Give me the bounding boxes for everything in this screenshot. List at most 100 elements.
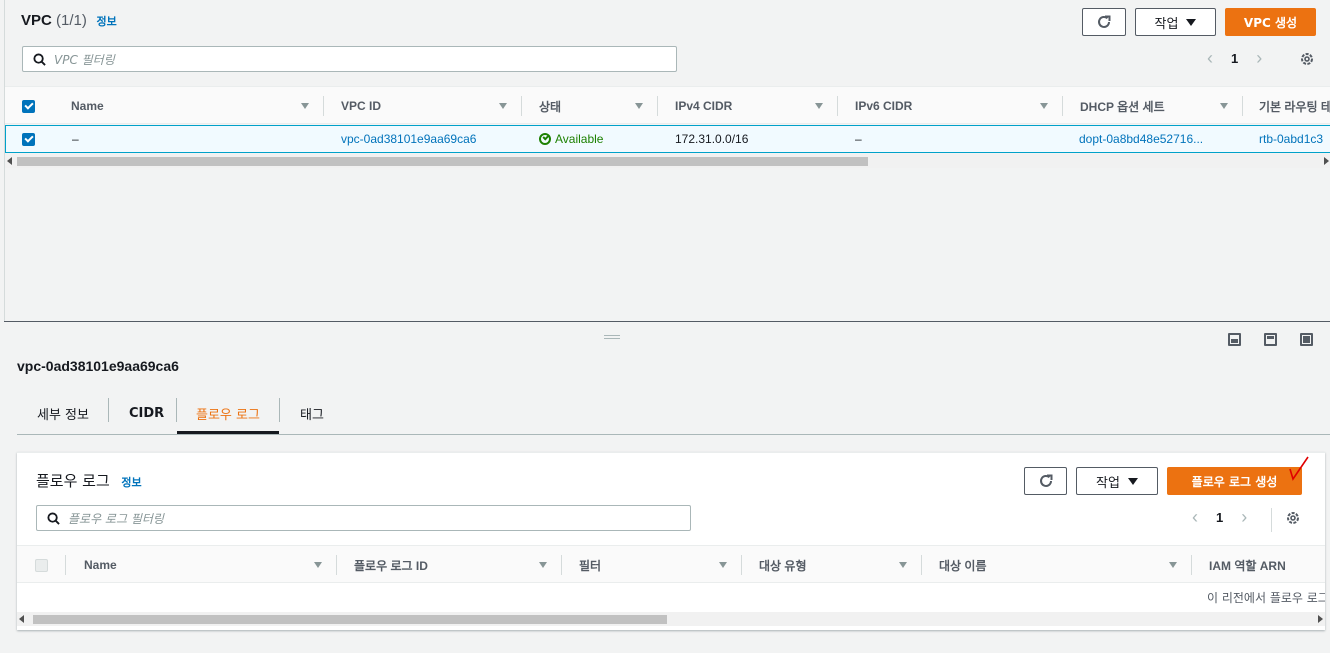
row-ipv6: – <box>855 132 862 146</box>
vpc-table-header: Name VPC ID 상태 IPv4 CIDR IPv6 CIDR DHCP … <box>5 86 1330 124</box>
flow-refresh-button[interactable] <box>1024 467 1067 495</box>
scroll-right-icon[interactable] <box>1318 615 1323 623</box>
sort-icon[interactable] <box>1220 103 1228 109</box>
refresh-icon <box>1039 474 1052 487</box>
col-ipv4[interactable]: IPv4 CIDR <box>675 87 837 125</box>
row-checkbox[interactable] <box>22 132 35 146</box>
select-all-checkbox[interactable] <box>35 558 48 572</box>
col-status[interactable]: 상태 <box>539 87 657 125</box>
vpc-refresh-button[interactable] <box>1082 8 1126 36</box>
sort-icon[interactable] <box>719 562 727 568</box>
sort-icon[interactable] <box>314 562 322 568</box>
flow-table-header: Name 플로우 로그 ID 필터 대상 유형 대상 이름 IAM 역할 ARN <box>17 545 1325 583</box>
sort-icon[interactable] <box>1040 103 1048 109</box>
tab-divider <box>176 398 177 422</box>
check-circle-icon <box>539 133 551 145</box>
selected-vpc-title: vpc-0ad38101e9aa69ca6 <box>17 358 179 374</box>
panel-splitter[interactable] <box>4 321 1330 322</box>
table-row[interactable]: – vpc-0ad38101e9aa69ca6 Available 172.31… <box>5 125 1330 153</box>
col-divider <box>336 555 337 575</box>
chevron-left-icon[interactable]: ‹ <box>1192 507 1198 528</box>
col-divider <box>1062 96 1063 116</box>
sort-icon[interactable] <box>499 103 507 109</box>
col-divider <box>657 96 658 116</box>
sort-icon[interactable] <box>635 103 643 109</box>
scrollbar-thumb[interactable] <box>33 615 667 624</box>
create-flow-log-button[interactable]: 플로우 로그 생성 <box>1167 467 1302 495</box>
layout-side-icon[interactable] <box>1264 333 1277 346</box>
tab-tags[interactable]: 태그 <box>300 392 324 434</box>
scroll-left-icon[interactable] <box>19 615 24 623</box>
scrollbar-thumb[interactable] <box>17 157 868 166</box>
flow-header: 플로우 로그 정보 <box>36 470 142 491</box>
col-iam-arn[interactable]: IAM 역할 ARN <box>1209 546 1325 584</box>
sort-icon[interactable] <box>1169 562 1177 568</box>
row-checkbox-cell[interactable] <box>22 126 35 152</box>
flow-settings-icon[interactable] <box>1285 510 1301 526</box>
vpc-table-container: VPC (1/1) 정보 작업 VPC 생성 VPC 필터링 ‹ 1 › Nam… <box>4 0 1330 322</box>
col-vpc-id[interactable]: VPC ID <box>341 87 521 125</box>
sort-icon[interactable] <box>539 562 547 568</box>
select-all-checkbox[interactable] <box>22 99 35 113</box>
col-flow-name[interactable]: Name <box>84 546 336 584</box>
layout-bottom-icon[interactable] <box>1228 333 1241 346</box>
col-dest-type[interactable]: 대상 유형 <box>759 546 921 584</box>
col-name[interactable]: Name <box>71 87 323 125</box>
col-dhcp-label: DHCP 옵션 세트 <box>1080 99 1165 114</box>
vpc-select-all-cell[interactable] <box>22 87 52 125</box>
col-filter[interactable]: 필터 <box>579 546 741 584</box>
tabs-divider <box>17 434 1330 435</box>
col-filter-label: 필터 <box>579 558 602 573</box>
col-dest-name[interactable]: 대상 이름 <box>939 546 1191 584</box>
layout-full-icon[interactable] <box>1300 333 1313 346</box>
row-vpc-id[interactable]: vpc-0ad38101e9aa69ca6 <box>341 126 476 152</box>
col-flow-id[interactable]: 플로우 로그 ID <box>354 546 561 584</box>
chevron-right-icon[interactable]: › <box>1256 48 1262 69</box>
col-divider <box>741 555 742 575</box>
flow-table-scrollbar[interactable] <box>17 612 1325 626</box>
col-divider <box>1242 96 1243 116</box>
col-flow-id-label: 플로우 로그 ID <box>354 558 428 573</box>
sort-icon[interactable] <box>301 103 309 109</box>
col-ipv6[interactable]: IPv6 CIDR <box>855 87 1062 125</box>
flow-search-input[interactable]: 플로우 로그 필터링 <box>36 505 691 531</box>
chevron-down-icon <box>1127 477 1138 485</box>
sort-icon[interactable] <box>899 562 907 568</box>
chevron-left-icon[interactable]: ‹ <box>1207 48 1213 69</box>
tab-cidr[interactable]: CIDR <box>129 392 164 434</box>
vpc-search-input[interactable]: VPC 필터링 <box>22 46 677 72</box>
row-status: Available <box>539 126 603 152</box>
flow-title: 플로우 로그 <box>36 472 110 490</box>
col-divider <box>921 555 922 575</box>
vpc-pagination: ‹ 1 › <box>1207 48 1262 69</box>
flow-search-placeholder: 플로우 로그 필터링 <box>68 511 164 526</box>
col-status-label: 상태 <box>539 99 562 114</box>
search-icon <box>33 52 46 66</box>
drag-handle-icon[interactable] <box>604 335 620 339</box>
vpc-actions-button[interactable]: 작업 <box>1135 8 1216 36</box>
row-route-table[interactable]: rtb-0abd1c3 <box>1259 126 1323 152</box>
row-status-label: Available <box>555 132 604 146</box>
flow-page-number[interactable]: 1 <box>1216 510 1223 525</box>
tab-details[interactable]: 세부 정보 <box>37 392 89 434</box>
vpc-info-link[interactable]: 정보 <box>96 16 116 28</box>
search-icon <box>47 511 60 525</box>
tab-flow-logs[interactable]: 플로우 로그 <box>196 392 260 434</box>
col-ipv6-label: IPv6 CIDR <box>855 99 913 113</box>
vpc-settings-icon[interactable] <box>1299 51 1315 67</box>
col-iam-arn-label: IAM 역할 ARN <box>1209 558 1286 573</box>
scroll-right-icon[interactable] <box>1324 157 1329 165</box>
flow-actions-button[interactable]: 작업 <box>1076 467 1158 495</box>
vpc-table-scrollbar[interactable] <box>5 154 1330 168</box>
flow-info-link[interactable]: 정보 <box>121 477 141 489</box>
chevron-right-icon[interactable]: › <box>1241 507 1247 528</box>
sort-icon[interactable] <box>815 103 823 109</box>
col-divider <box>521 96 522 116</box>
row-dhcp[interactable]: dopt-0a8bd48e52716... <box>1079 126 1203 152</box>
col-dhcp[interactable]: DHCP 옵션 세트 <box>1080 87 1242 125</box>
create-vpc-button[interactable]: VPC 생성 <box>1225 8 1316 36</box>
col-route-table[interactable]: 기본 라우팅 테이블 <box>1259 87 1330 125</box>
scroll-left-icon[interactable] <box>7 157 12 165</box>
vpc-page-number[interactable]: 1 <box>1231 51 1238 66</box>
flow-select-all-cell[interactable] <box>35 546 65 584</box>
